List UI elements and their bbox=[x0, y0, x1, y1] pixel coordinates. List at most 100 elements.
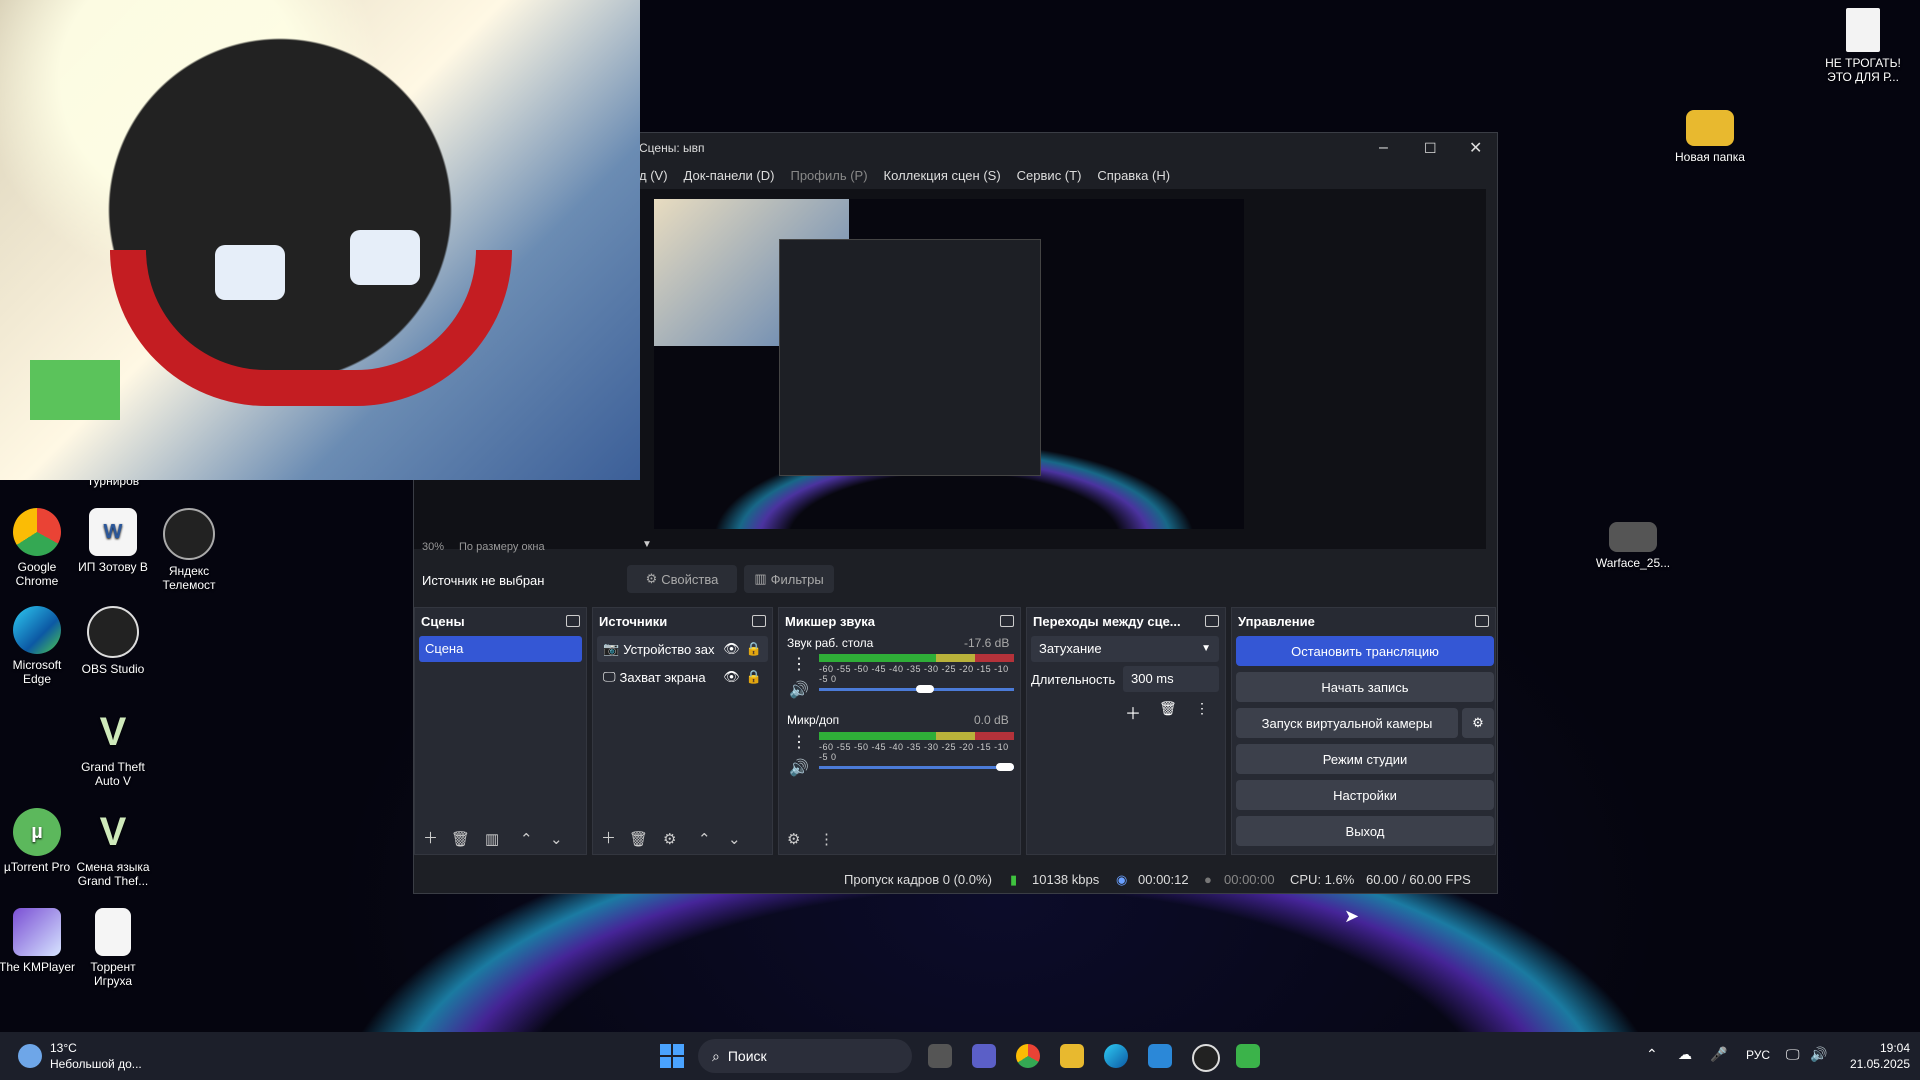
taskbar: 13°C Небольшой до... ⌕ Поиск ⌃ ☁ 🎤 РУС 🖵 … bbox=[0, 1032, 1920, 1080]
desktop-file-icon-top-right[interactable]: НЕ ТРОГАТЬ! ЭТО ДЛЯ Р... bbox=[1818, 8, 1908, 84]
properties-button[interactable]: ⚙ Свойства bbox=[627, 565, 737, 593]
chevron-up-icon[interactable]: ⌃ bbox=[1646, 1046, 1658, 1063]
trash-icon[interactable]: 🗑 bbox=[629, 830, 648, 848]
desktop-new-folder[interactable]: Новая папка bbox=[1670, 110, 1750, 164]
filter-icon[interactable]: ▥ bbox=[485, 830, 499, 848]
slider-knob[interactable] bbox=[916, 685, 935, 693]
undock-icon[interactable] bbox=[1205, 615, 1219, 627]
trash-icon[interactable]: 🗑 bbox=[451, 830, 470, 848]
desktop-icon-word-doc[interactable]: W ИП Зотову В bbox=[73, 508, 153, 574]
windows-start-icon[interactable] bbox=[660, 1044, 684, 1068]
chevron-down-icon[interactable]: ⌄ bbox=[550, 830, 563, 848]
weather-temp[interactable]: 13°C bbox=[50, 1041, 77, 1055]
chevron-up-icon[interactable]: ⌃ bbox=[698, 830, 711, 848]
close-button[interactable]: ✕ bbox=[1469, 138, 1482, 158]
volume-slider[interactable] bbox=[819, 763, 1014, 771]
desktop-icon-chrome[interactable]: Google Chrome bbox=[0, 508, 77, 588]
microphone-icon[interactable]: 🎤 bbox=[1710, 1046, 1727, 1063]
zoom-mode-select[interactable]: По размеру окна bbox=[459, 541, 545, 553]
menu-view[interactable]: д (V) bbox=[639, 168, 668, 183]
gta-lang-icon: V bbox=[99, 810, 127, 854]
weather-icon[interactable] bbox=[18, 1044, 42, 1068]
weather-desc[interactable]: Небольшой до... bbox=[50, 1057, 142, 1071]
search-box[interactable]: ⌕ Поиск bbox=[698, 1039, 912, 1073]
source-item-screen-capture[interactable]: 🖵 Захват экрана 👁 🔒 bbox=[597, 664, 768, 690]
file-explorer-icon[interactable] bbox=[1060, 1044, 1084, 1068]
lock-icon[interactable]: 🔒 bbox=[746, 641, 762, 657]
more-vertical-icon[interactable]: ⋮ bbox=[791, 732, 807, 752]
transition-select[interactable]: Затухание ▼ bbox=[1031, 636, 1219, 662]
desktop-icon-utorrent[interactable]: µ µTorrent Pro bbox=[0, 808, 77, 874]
desktop-icon-telemost[interactable]: Яндекс Телемост bbox=[149, 508, 229, 592]
language-indicator[interactable]: РУС bbox=[1746, 1048, 1770, 1062]
menu-profile[interactable]: Профиль (P) bbox=[790, 168, 867, 183]
network-icon[interactable]: 🖵 bbox=[1786, 1046, 1800, 1063]
desktop-icon-kmplayer[interactable]: The KMPlayer bbox=[0, 908, 77, 974]
webcam-overlay bbox=[0, 0, 640, 480]
menu-tools[interactable]: Сервис (T) bbox=[1017, 168, 1082, 183]
stop-stream-button[interactable]: Остановить трансляцию bbox=[1236, 636, 1494, 666]
chrome-icon bbox=[13, 508, 61, 556]
edge-icon[interactable] bbox=[1104, 1044, 1128, 1068]
more-vertical-icon[interactable]: ⋮ bbox=[1195, 700, 1209, 717]
dropped-frames: Пропуск кадров 0 (0.0%) bbox=[844, 872, 992, 887]
add-icon[interactable]: ＋ bbox=[601, 827, 616, 848]
task-view-icon[interactable] bbox=[928, 1044, 952, 1068]
trash-icon[interactable]: 🗑 bbox=[1159, 700, 1177, 717]
start-record-button[interactable]: Начать запись bbox=[1236, 672, 1494, 702]
add-icon[interactable]: ＋ bbox=[423, 827, 438, 848]
chevron-down-icon[interactable]: ▼ bbox=[642, 539, 652, 550]
speaker-icon[interactable]: 🔊 bbox=[789, 680, 809, 700]
maximize-button[interactable]: ☐ bbox=[1424, 140, 1437, 157]
more-vertical-icon[interactable]: ⋮ bbox=[819, 830, 834, 848]
undock-icon[interactable] bbox=[752, 615, 766, 627]
virtual-camera-settings-button[interactable]: ⚙ bbox=[1462, 708, 1494, 738]
gear-icon[interactable]: ⚙ bbox=[663, 830, 676, 848]
desktop-icon-gta[interactable]: V Grand Theft Auto V bbox=[73, 708, 153, 788]
undock-icon[interactable] bbox=[566, 615, 580, 627]
filters-button[interactable]: ▥ Фильтры bbox=[744, 565, 834, 593]
exit-button[interactable]: Выход bbox=[1236, 816, 1494, 846]
cloud-icon[interactable]: ☁ bbox=[1678, 1046, 1692, 1063]
document-icon bbox=[95, 908, 131, 956]
chevron-down-icon[interactable]: ⌄ bbox=[728, 830, 741, 848]
speaker-icon[interactable]: 🔊 bbox=[789, 758, 809, 778]
menu-scene-collection[interactable]: Коллекция сцен (S) bbox=[884, 168, 1001, 183]
menu-docks[interactable]: Док-панели (D) bbox=[684, 168, 775, 183]
chevron-up-icon[interactable]: ⌃ bbox=[520, 830, 533, 848]
add-icon[interactable]: ＋ bbox=[1125, 700, 1141, 724]
mouse-cursor-icon: ➤ bbox=[1344, 906, 1360, 926]
desktop-warface[interactable]: Warface_25... bbox=[1593, 522, 1673, 570]
volume-icon[interactable]: 🔊 bbox=[1810, 1046, 1827, 1063]
store-icon[interactable] bbox=[1148, 1044, 1172, 1068]
desktop-icon-lang-switch[interactable]: V Смена языка Grand Thef... bbox=[73, 808, 153, 888]
obs-icon[interactable] bbox=[1192, 1044, 1220, 1072]
desktop-icon-torrent-game[interactable]: Торрент Игруха bbox=[73, 908, 153, 988]
studio-mode-button[interactable]: Режим студии bbox=[1236, 744, 1494, 774]
mixer-title: Микшер звука bbox=[785, 613, 876, 629]
menu-help[interactable]: Справка (H) bbox=[1097, 168, 1170, 183]
desktop-icon-edge[interactable]: Microsoft Edge bbox=[0, 606, 77, 686]
clock-date[interactable]: 21.05.2025 bbox=[1840, 1057, 1910, 1071]
cube-app-icon[interactable] bbox=[1236, 1044, 1260, 1068]
eye-icon[interactable]: 👁 bbox=[723, 641, 740, 657]
volume-slider[interactable] bbox=[819, 685, 1014, 693]
desktop-icon-obs[interactable]: OBS Studio bbox=[73, 606, 153, 676]
gear-icon[interactable]: ⚙ bbox=[787, 830, 800, 848]
lock-icon[interactable]: 🔒 bbox=[746, 669, 762, 685]
teams-icon[interactable] bbox=[972, 1044, 996, 1068]
undock-icon[interactable] bbox=[1475, 615, 1489, 627]
scene-item[interactable]: Сцена bbox=[419, 636, 582, 662]
clock-time[interactable]: 19:04 bbox=[1858, 1041, 1910, 1055]
more-vertical-icon[interactable]: ⋮ bbox=[791, 654, 807, 674]
undock-icon[interactable] bbox=[1000, 615, 1014, 627]
duration-input[interactable]: 300 ms bbox=[1123, 666, 1219, 692]
chrome-icon[interactable] bbox=[1016, 1044, 1040, 1068]
transitions-panel: Переходы между сце... Затухание ▼ Длител… bbox=[1026, 607, 1226, 855]
settings-button[interactable]: Настройки bbox=[1236, 780, 1494, 810]
eye-icon[interactable]: 👁 bbox=[723, 669, 740, 685]
source-item-capture-device[interactable]: 📷 Устройство зах 👁 🔒 bbox=[597, 636, 768, 662]
minimize-button[interactable]: – bbox=[1379, 139, 1388, 157]
virtual-camera-button[interactable]: Запуск виртуальной камеры bbox=[1236, 708, 1458, 738]
slider-knob[interactable] bbox=[996, 763, 1014, 771]
